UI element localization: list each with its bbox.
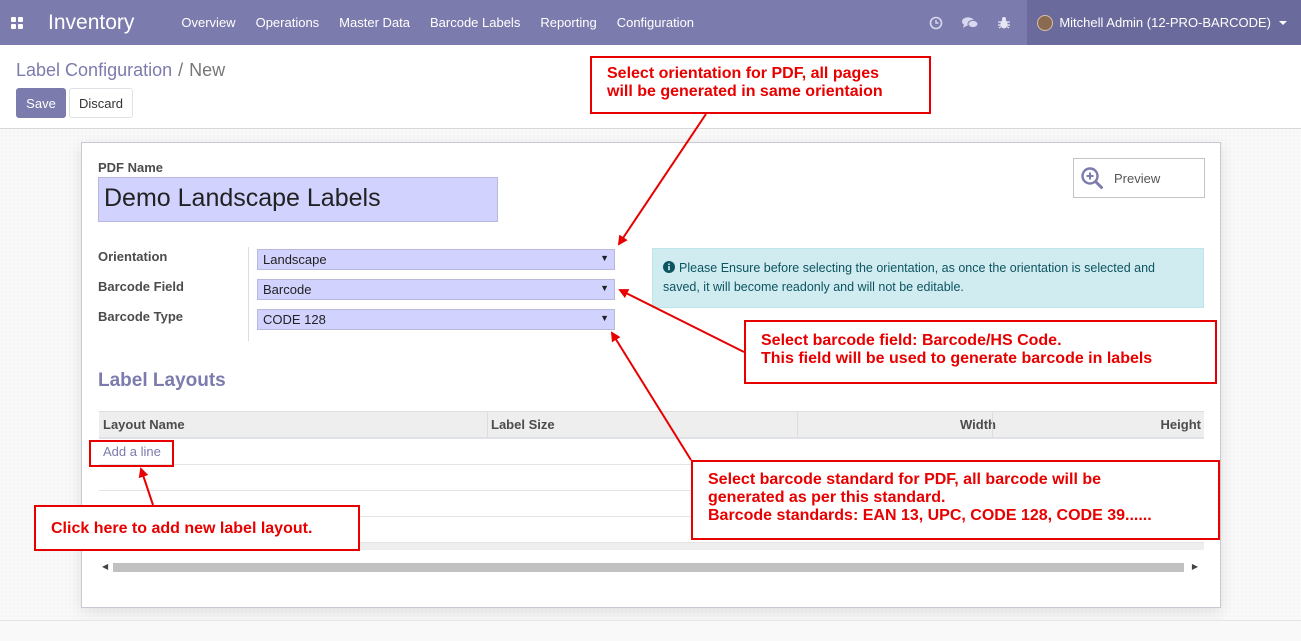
header-layout-name[interactable]: Layout Name bbox=[103, 412, 185, 438]
breadcrumb-separator: / bbox=[178, 60, 184, 80]
header-label-size[interactable]: Label Size bbox=[491, 412, 555, 438]
annotation-line: Select barcode field: Barcode/HS Code. bbox=[761, 332, 1062, 349]
preview-button[interactable]: Preview bbox=[1073, 158, 1205, 198]
preview-label: Preview bbox=[1114, 170, 1161, 186]
breadcrumb-current: New bbox=[189, 60, 226, 80]
page-bottom bbox=[0, 620, 1301, 641]
column-separator bbox=[992, 412, 993, 438]
dropdown-arrow-icon: ▼ bbox=[600, 313, 609, 323]
column-separator bbox=[487, 412, 488, 438]
annotation-barcode-type: Select barcode standard for PDF, all bar… bbox=[691, 460, 1220, 540]
orientation-select[interactable]: Landscape ▼ bbox=[257, 249, 615, 270]
header-height[interactable]: Height bbox=[1161, 412, 1201, 438]
annotation-line: generated as per this standard. bbox=[708, 489, 946, 506]
orientation-label: Orientation bbox=[98, 249, 168, 264]
barcode-type-label: Barcode Type bbox=[98, 309, 184, 324]
bug-icon[interactable] bbox=[987, 0, 1021, 45]
user-menu[interactable]: Mitchell Admin (12-PRO-BARCODE) bbox=[1027, 0, 1301, 45]
annotation-line: Click here to add new label layout. bbox=[51, 520, 313, 537]
horizontal-scrollbar[interactable]: ◀ ▶ bbox=[99, 559, 1204, 576]
app-name[interactable]: Inventory bbox=[48, 11, 134, 35]
scroll-left-icon[interactable]: ◀ bbox=[102, 562, 108, 571]
annotation-add-line-highlight bbox=[89, 440, 174, 467]
barcode-type-value: CODE 128 bbox=[263, 312, 326, 327]
pdf-name-input[interactable]: Demo Landscape Labels bbox=[98, 177, 498, 222]
annotation-barcode-field: Select barcode field: Barcode/HS Code. T… bbox=[744, 320, 1217, 384]
column-separator bbox=[797, 412, 798, 438]
barcode-field-select[interactable]: Barcode ▼ bbox=[257, 279, 615, 300]
user-name: Mitchell Admin (12-PRO-BARCODE) bbox=[1059, 15, 1271, 30]
main-menu: Overview Operations Master Data Barcode … bbox=[181, 15, 714, 30]
menu-master-data[interactable]: Master Data bbox=[339, 15, 410, 30]
systray: Mitchell Admin (12-PRO-BARCODE) bbox=[919, 0, 1301, 45]
zoom-in-icon bbox=[1081, 167, 1103, 189]
annotation-add-line: Click here to add new label layout. bbox=[34, 505, 360, 551]
header-width[interactable]: Width bbox=[960, 412, 996, 438]
menu-operations[interactable]: Operations bbox=[256, 15, 320, 30]
breadcrumb: Label Configuration / New bbox=[16, 60, 225, 81]
barcode-field-value: Barcode bbox=[263, 282, 312, 297]
save-button[interactable]: Save bbox=[16, 88, 66, 118]
menu-configuration[interactable]: Configuration bbox=[617, 15, 694, 30]
info-alert: Please Ensure before selecting the orien… bbox=[652, 248, 1204, 308]
label-separator bbox=[248, 247, 249, 341]
annotation-line: will be generated in same orientaion bbox=[607, 83, 883, 100]
annotation-line: This field will be used to generate barc… bbox=[761, 350, 1153, 367]
apps-menu-icon[interactable] bbox=[0, 0, 34, 45]
avatar bbox=[1037, 14, 1054, 31]
menu-reporting[interactable]: Reporting bbox=[540, 15, 596, 30]
pdf-name-label: PDF Name bbox=[98, 160, 164, 175]
scrollbar-thumb[interactable] bbox=[113, 563, 1184, 572]
annotation-line: Barcode standards: EAN 13, UPC, CODE 128… bbox=[708, 507, 1152, 524]
menu-overview[interactable]: Overview bbox=[181, 15, 235, 30]
annotation-line: Select barcode standard for PDF, all bar… bbox=[708, 471, 1101, 488]
annotation-orientation: Select orientation for PDF, all pages wi… bbox=[590, 56, 931, 114]
dropdown-arrow-icon: ▼ bbox=[600, 283, 609, 293]
discard-button[interactable]: Discard bbox=[69, 88, 133, 118]
dropdown-arrow-icon: ▼ bbox=[600, 253, 609, 263]
scroll-right-icon[interactable]: ▶ bbox=[1192, 562, 1198, 571]
orientation-value: Landscape bbox=[263, 252, 327, 267]
table-header: Layout Name Label Size Width Height bbox=[99, 411, 1204, 439]
top-navbar: Inventory Overview Operations Master Dat… bbox=[0, 0, 1301, 45]
label-layouts-title: Label Layouts bbox=[98, 370, 226, 391]
annotation-line: Select orientation for PDF, all pages bbox=[607, 65, 880, 82]
clock-icon[interactable] bbox=[919, 0, 953, 45]
menu-barcode-labels[interactable]: Barcode Labels bbox=[430, 15, 520, 30]
caret-down-icon bbox=[1279, 20, 1287, 25]
chat-icon[interactable] bbox=[953, 0, 987, 45]
breadcrumb-parent[interactable]: Label Configuration bbox=[16, 60, 172, 81]
barcode-field-label: Barcode Field bbox=[98, 279, 184, 294]
barcode-type-select[interactable]: CODE 128 ▼ bbox=[257, 309, 615, 330]
info-text: Please Ensure before selecting the orien… bbox=[663, 261, 1156, 294]
info-icon bbox=[663, 261, 675, 273]
